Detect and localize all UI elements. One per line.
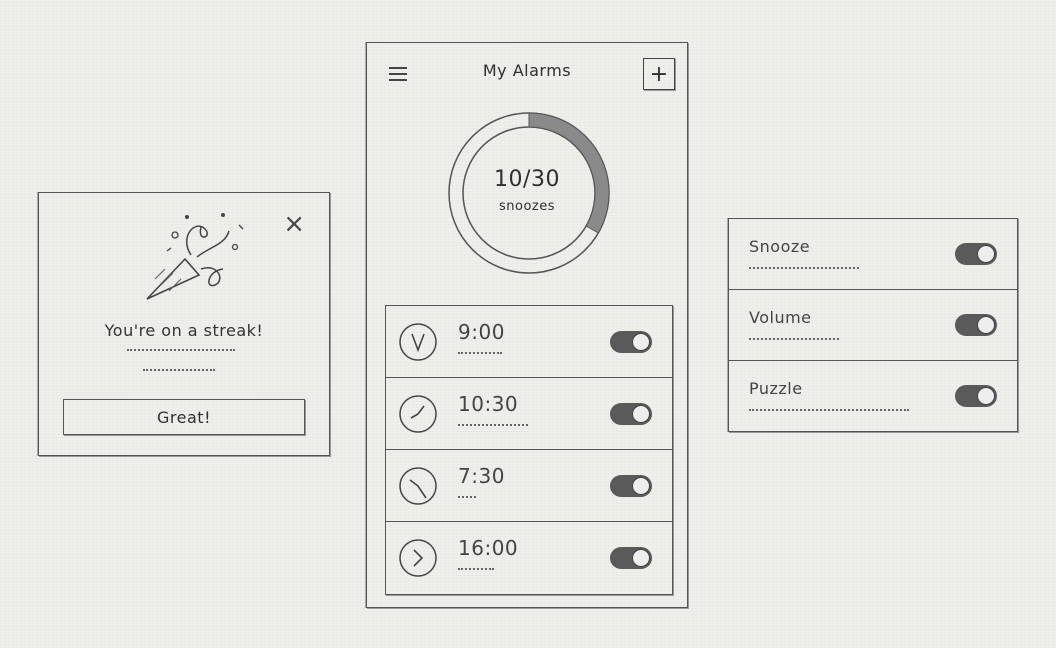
great-button[interactable]: Great! bbox=[63, 399, 305, 435]
alarm-row[interactable]: 7:30 bbox=[386, 450, 672, 522]
alarm-toggle[interactable] bbox=[610, 403, 652, 425]
alarm-toggle[interactable] bbox=[610, 331, 652, 353]
party-popper-icon bbox=[146, 213, 244, 300]
puzzle-toggle[interactable] bbox=[955, 385, 997, 407]
snooze-toggle[interactable] bbox=[955, 243, 997, 265]
alarm-row[interactable]: 16:00 bbox=[386, 522, 672, 593]
add-alarm-button[interactable]: + bbox=[643, 58, 675, 90]
snooze-label: snoozes bbox=[498, 199, 555, 214]
setting-label: Snooze bbox=[749, 237, 811, 256]
setting-subtitle-scribble bbox=[749, 261, 859, 269]
settings-panel: Snooze Volume Puzzle bbox=[728, 218, 1018, 432]
alarm-toggle[interactable] bbox=[610, 547, 652, 569]
setting-row-snooze[interactable]: Snooze bbox=[729, 219, 1017, 290]
streak-popup: × You're on a streak! Great! bbox=[38, 192, 330, 456]
snooze-count: 10/30 bbox=[494, 167, 560, 192]
alarm-toggle[interactable] bbox=[610, 475, 652, 497]
setting-row-puzzle[interactable]: Puzzle bbox=[729, 361, 1017, 431]
alarm-time: 7:30 bbox=[458, 464, 505, 488]
popup-title: You're on a streak! bbox=[104, 321, 264, 340]
clock-icon bbox=[399, 395, 437, 433]
close-icon[interactable]: × bbox=[283, 211, 305, 237]
alarm-phone-screen: My Alarms + 10/30 snoozes 9:00 10:30 7:3… bbox=[366, 42, 688, 608]
clock-icon bbox=[399, 539, 437, 577]
alarm-row[interactable]: 9:00 bbox=[386, 306, 672, 378]
alarm-subtitle-scribble bbox=[458, 418, 528, 426]
page-title: My Alarms bbox=[482, 61, 572, 80]
setting-label: Puzzle bbox=[749, 379, 803, 398]
setting-label: Volume bbox=[749, 308, 812, 327]
alarm-list: 9:00 10:30 7:30 16:00 bbox=[385, 305, 673, 595]
alarm-subtitle-scribble bbox=[458, 490, 476, 498]
popup-scribble-line bbox=[127, 343, 235, 351]
clock-icon bbox=[399, 323, 437, 361]
popup-scribble-line bbox=[143, 363, 215, 371]
setting-subtitle-scribble bbox=[749, 332, 839, 340]
alarm-time: 10:30 bbox=[458, 392, 519, 416]
clock-icon bbox=[399, 467, 437, 505]
setting-row-volume[interactable]: Volume bbox=[729, 290, 1017, 361]
volume-toggle[interactable] bbox=[955, 314, 997, 336]
alarm-row[interactable]: 10:30 bbox=[386, 378, 672, 450]
alarm-subtitle-scribble bbox=[458, 346, 502, 354]
snooze-progress-ring bbox=[448, 112, 610, 274]
alarm-time: 16:00 bbox=[458, 536, 519, 560]
setting-subtitle-scribble bbox=[749, 403, 909, 411]
alarm-subtitle-scribble bbox=[458, 562, 494, 570]
alarm-time: 9:00 bbox=[458, 320, 505, 344]
